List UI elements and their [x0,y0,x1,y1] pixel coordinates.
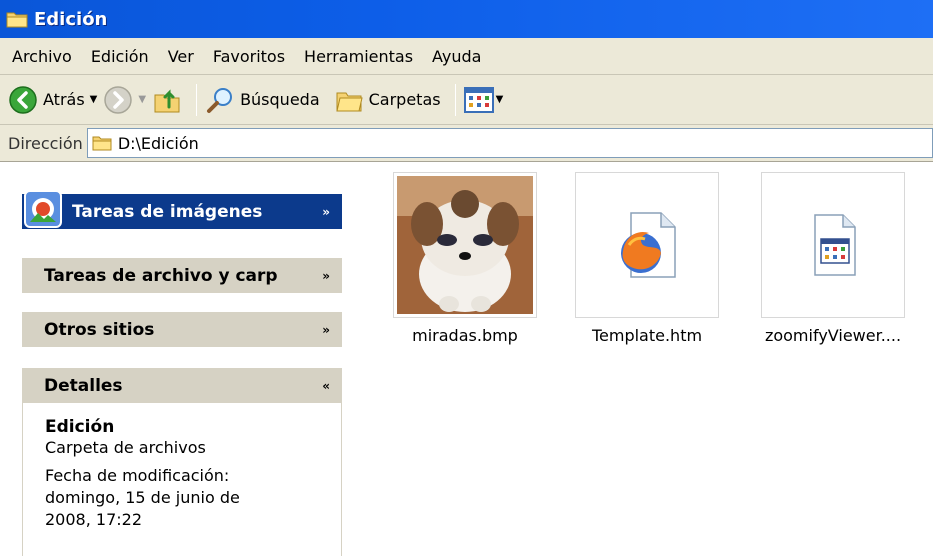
menu-ayuda[interactable]: Ayuda [432,47,481,66]
details-header[interactable]: Detalles « [22,368,342,403]
dog-photo-icon [397,176,533,314]
file-item[interactable]: Template.htm [567,172,727,345]
up-folder-button[interactable] [152,85,182,115]
chevron-down-icon[interactable]: » [322,268,330,283]
chevron-down-icon[interactable]: » [322,323,330,337]
views-dropdown-icon[interactable]: ▼ [496,94,504,105]
toolbar-separator [196,83,198,116]
address-value: D:\Edición [117,133,199,153]
address-field[interactable]: D:\Edición [86,128,933,158]
folders-label: Carpetas [368,90,441,109]
menu-ver[interactable]: Ver [168,47,194,66]
details-type: Carpeta de archivos [45,438,206,457]
task-pane: Tareas de imágenes » Tareas de archivo y… [0,162,360,556]
file-name: Template.htm [591,326,703,345]
forward-arrow-icon [104,85,133,114]
toolbar-separator [454,83,456,116]
views-button[interactable]: ▼ [463,86,504,114]
file-thumbnail [393,172,537,318]
file-tasks-header[interactable]: Tareas de archivo y carp » [22,258,342,293]
title-bar: Edición [0,0,933,38]
forward-button[interactable]: ▼ [103,85,146,115]
executable-window-icon [814,214,856,276]
up-folder-icon [154,88,180,112]
image-tasks-icon [24,190,62,228]
other-places-header[interactable]: Otros sitios » [22,312,342,347]
folders-button[interactable]: Carpetas [334,85,441,115]
file-tasks-title: Tareas de archivo y carp [44,265,278,286]
folder-icon [92,136,112,151]
window-title: Edición [34,8,108,30]
details-modified-time: 2008, 17:22 [45,510,142,529]
forward-dropdown-icon[interactable]: ▼ [138,94,146,105]
chevron-up-icon[interactable]: « [322,379,330,393]
file-view: miradas.bmp Template.htm zoomifyViewer..… [360,162,933,556]
folder-icon [6,12,28,28]
details-title: Detalles [44,375,123,396]
file-tasks-panel: Tareas de archivo y carp » [22,258,342,293]
back-label: Atrás [43,90,85,109]
folders-icon [335,92,363,111]
other-places-panel: Otros sitios » [22,312,342,347]
menu-favoritos[interactable]: Favoritos [213,47,285,66]
menu-archivo[interactable]: Archivo [12,47,72,66]
back-dropdown-icon[interactable]: ▼ [90,94,98,105]
menu-herramientas[interactable]: Herramientas [304,47,413,66]
search-label: Búsqueda [240,90,320,109]
firefox-html-icon [621,212,676,278]
address-bar: Dirección D:\Edición [0,125,933,162]
menu-edicion[interactable]: Edición [91,47,149,66]
image-tasks-header[interactable]: Tareas de imágenes » [22,190,342,229]
chevron-down-icon[interactable]: » [322,205,330,219]
menu-bar: Archivo Edición Ver Favoritos Herramient… [0,38,933,75]
details-modified-date: domingo, 15 de junio de [45,488,240,507]
image-tasks-title: Tareas de imágenes [72,201,263,222]
back-arrow-icon [9,85,37,114]
details-body: Edición Carpeta de archivos Fecha de mod… [22,403,342,556]
back-button[interactable]: Atrás ▼ [8,85,97,115]
file-name: zoomifyViewer.... [764,326,902,345]
file-item[interactable]: zoomifyViewer.... [753,172,913,345]
file-thumbnail [575,172,719,318]
file-item[interactable]: miradas.bmp [385,172,545,345]
toolbar: Atrás ▼ ▼ Búsqueda Carpetas ▼ [0,75,933,125]
address-label: Dirección [8,133,83,153]
search-button[interactable]: Búsqueda [205,85,320,115]
image-tasks-panel: Tareas de imágenes » [22,190,342,229]
details-panel: Detalles « Edición Carpeta de archivos F… [22,368,342,556]
search-icon [207,87,233,113]
details-modified-label: Fecha de modificación: [45,466,230,485]
views-icon [463,86,494,113]
file-name: miradas.bmp [412,326,518,345]
file-thumbnail [761,172,905,318]
details-name: Edición [45,417,115,437]
other-places-title: Otros sitios [44,319,155,340]
